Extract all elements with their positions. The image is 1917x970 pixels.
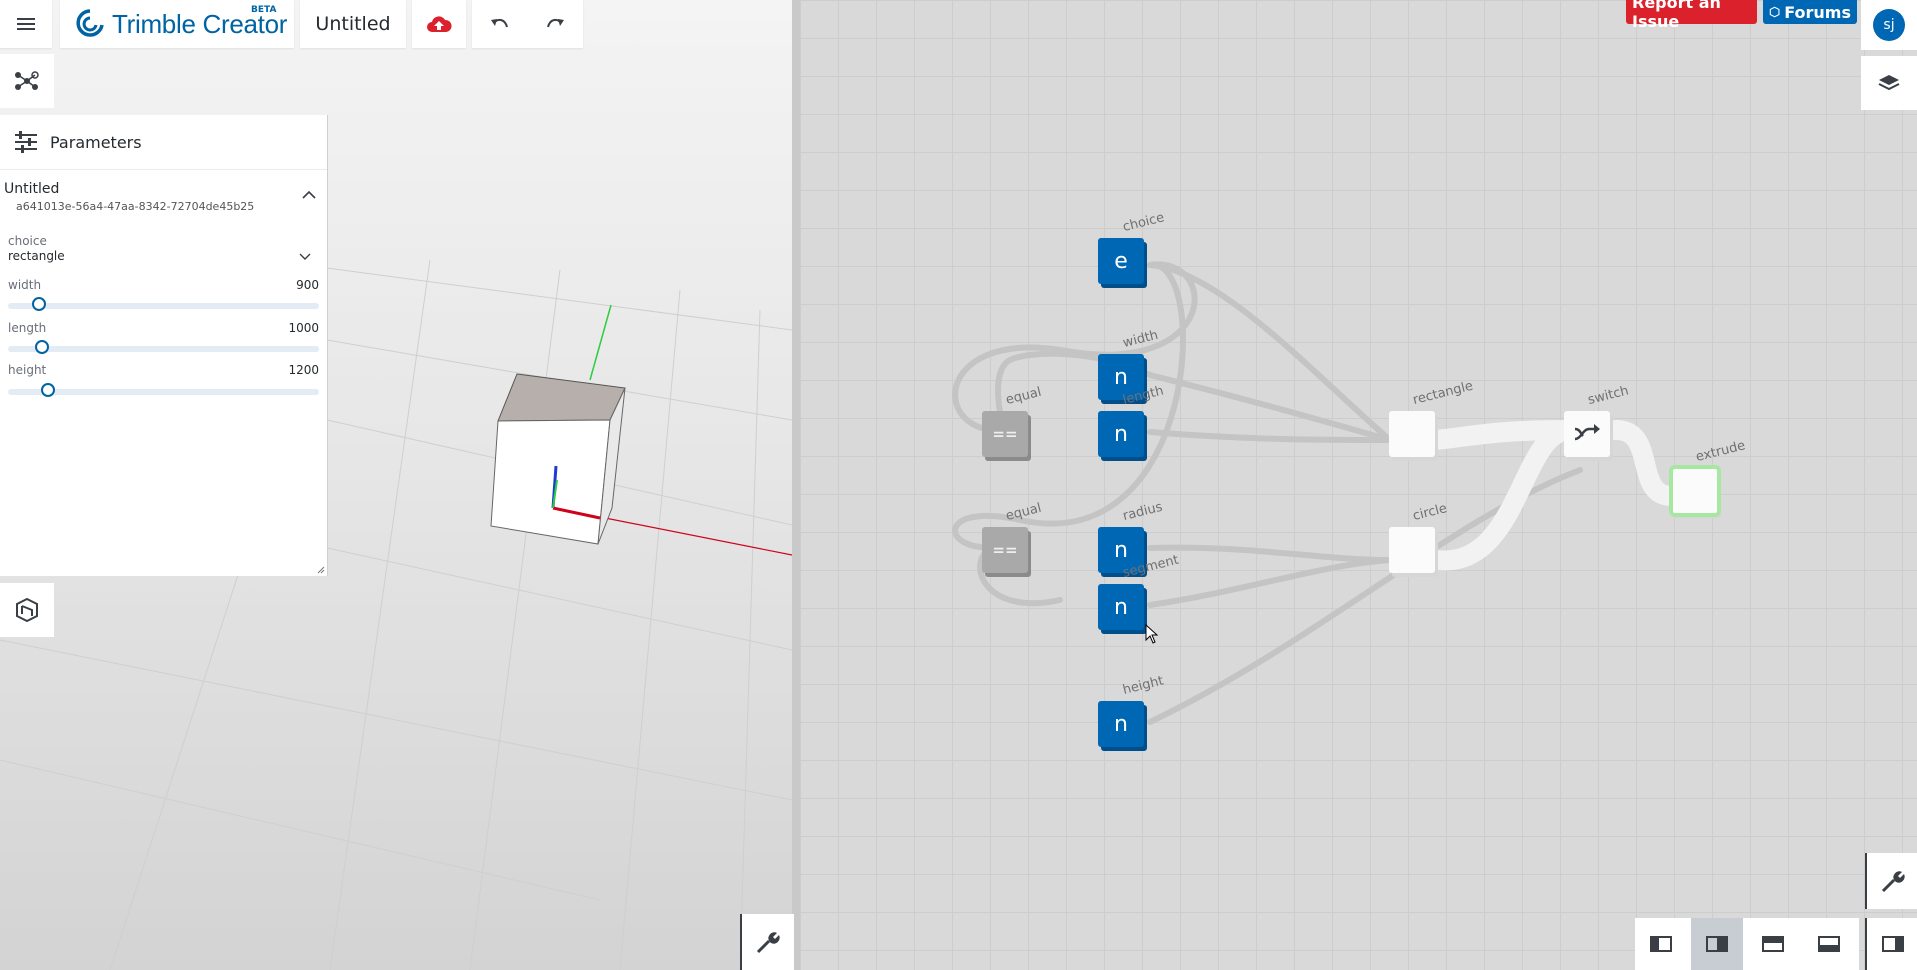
layout-left-icon: [1650, 936, 1672, 952]
node-switch[interactable]: [1564, 411, 1610, 457]
layout-bottom-icon: [1818, 936, 1840, 952]
layout-switcher: [1635, 918, 1859, 970]
param-choice-label: choice: [8, 234, 47, 248]
param-width-slider[interactable]: [8, 297, 319, 311]
sketchup-logo-icon: [1769, 6, 1780, 18]
node-height[interactable]: n: [1098, 701, 1144, 747]
mouse-cursor-icon: [1145, 624, 1159, 644]
sketchup-button[interactable]: [0, 583, 54, 637]
node-graph-icon: [15, 71, 39, 90]
view-splitter[interactable]: [792, 0, 800, 970]
layout-bottom-button[interactable]: [1803, 918, 1855, 970]
forums-button[interactable]: Forums: [1763, 0, 1857, 24]
param-length-slider[interactable]: [8, 340, 319, 354]
layers-icon: [1878, 75, 1900, 91]
param-choice-value: rectangle: [8, 249, 65, 263]
wrench-icon: [1881, 871, 1905, 893]
node-choice[interactable]: e: [1098, 238, 1144, 284]
param-width-label: width: [8, 278, 42, 292]
layout-top-icon: [1762, 936, 1784, 952]
undo-icon[interactable]: [489, 15, 511, 33]
save-button[interactable]: [412, 0, 466, 48]
parameters-header: Parameters: [0, 115, 327, 170]
param-choice-select[interactable]: rectangle: [8, 249, 319, 269]
graph-toggle-button[interactable]: [0, 54, 54, 108]
param-height-value: 1200: [288, 363, 319, 377]
param-length-value: 1000: [288, 321, 319, 335]
graph-tools-button[interactable]: [1865, 853, 1917, 909]
report-issue-button[interactable]: Report an Issue: [1626, 0, 1757, 31]
trimble-logo-icon: [76, 9, 104, 37]
slider-knob[interactable]: [35, 340, 49, 354]
node-length[interactable]: n: [1098, 411, 1144, 457]
hamburger-menu-icon: [17, 18, 35, 30]
viewport-tools-button[interactable]: [740, 914, 794, 970]
parameters-panel: Parameters Untitled a641013e-56a4-47aa-8…: [0, 115, 328, 576]
panel-toggle-button[interactable]: [1865, 918, 1917, 970]
node-segment[interactable]: n: [1098, 584, 1144, 630]
sliders-icon: [15, 131, 37, 153]
slider-knob[interactable]: [41, 383, 55, 397]
chevron-down-icon: [299, 253, 311, 260]
node-equal-2[interactable]: ==: [982, 527, 1028, 573]
param-width-value: 900: [296, 278, 319, 292]
wrench-icon: [756, 932, 780, 954]
panel-right-icon: [1882, 936, 1904, 952]
layout-split-icon: [1706, 936, 1728, 952]
graph-wires: [952, 261, 1690, 725]
param-doc-id: a641013e-56a4-47aa-8342-72704de45b25: [16, 200, 255, 213]
layers-button[interactable]: [1861, 56, 1917, 110]
resize-handle-icon[interactable]: [317, 566, 325, 574]
app-logo: Trimble Creator BETA: [60, 0, 294, 48]
slider-knob[interactable]: [32, 297, 46, 311]
param-doc-name: Untitled: [4, 181, 60, 197]
avatar[interactable]: sj: [1873, 9, 1905, 41]
layout-split-button[interactable]: [1691, 918, 1743, 970]
layout-left-button[interactable]: [1635, 918, 1687, 970]
beta-badge: BETA: [251, 5, 277, 15]
node-rectangle[interactable]: [1389, 411, 1435, 457]
layout-top-button[interactable]: [1747, 918, 1799, 970]
sketchup-logo-icon: [16, 597, 38, 623]
cloud-upload-icon: [427, 16, 452, 32]
shuffle-icon: [1574, 424, 1600, 441]
user-menu[interactable]: sj: [1861, 0, 1917, 50]
forums-label: Forums: [1784, 2, 1851, 22]
param-height-label: height: [8, 363, 47, 377]
node-circle[interactable]: [1389, 527, 1435, 573]
parameters-title: Parameters: [50, 132, 142, 152]
node-graph-canvas[interactable]: e choice n width n length n radius n seg…: [800, 0, 1917, 970]
history-controls: [472, 0, 583, 48]
document-title[interactable]: Untitled: [300, 0, 406, 48]
node-extrude[interactable]: [1669, 465, 1721, 517]
menu-button[interactable]: [0, 0, 52, 48]
node-equal-1[interactable]: ==: [982, 411, 1028, 457]
param-length-label: length: [8, 321, 47, 335]
param-height-slider[interactable]: [8, 383, 319, 397]
redo-icon[interactable]: [544, 15, 566, 33]
chevron-up-icon[interactable]: [302, 190, 316, 200]
